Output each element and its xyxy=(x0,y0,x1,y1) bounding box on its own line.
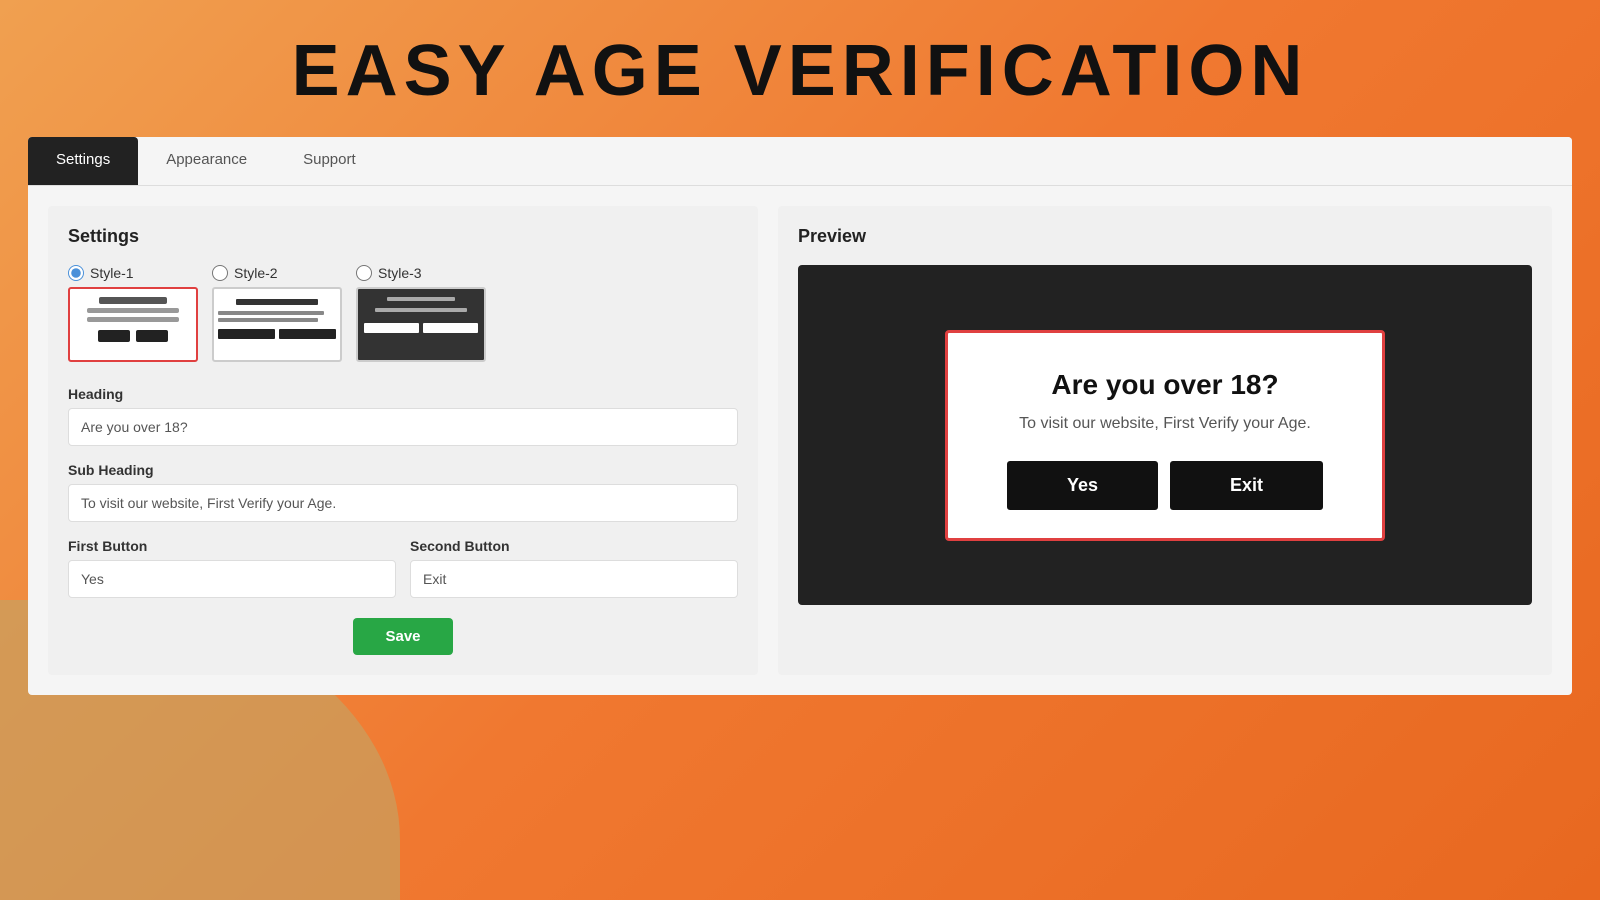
heading-input[interactable] xyxy=(68,408,738,446)
settings-panel-title: Settings xyxy=(68,226,738,247)
subheading-section: Sub Heading xyxy=(68,462,738,522)
first-button-input[interactable] xyxy=(68,560,396,598)
preview-modal-subheading: To visit our website, First Verify your … xyxy=(988,415,1342,433)
settings-panel: Settings Style-1 xyxy=(48,206,758,675)
style-option-2[interactable]: Style-2 xyxy=(212,265,342,362)
subheading-label: Sub Heading xyxy=(68,462,738,478)
tab-settings[interactable]: Settings xyxy=(28,137,138,185)
style-2-label: Style-2 xyxy=(234,265,278,281)
style-2-radio[interactable] xyxy=(212,265,228,281)
tab-appearance[interactable]: Appearance xyxy=(138,137,275,185)
preview-yes-button[interactable]: Yes xyxy=(1007,461,1158,510)
preview-modal: Are you over 18? To visit our website, F… xyxy=(945,330,1385,541)
save-button-wrap: Save xyxy=(68,618,738,655)
style-3-radio[interactable] xyxy=(356,265,372,281)
preview-exit-button[interactable]: Exit xyxy=(1170,461,1323,510)
style-3-thumbnail xyxy=(356,287,486,362)
heading-label: Heading xyxy=(68,386,738,402)
main-panel: Settings Appearance Support Settings Sty… xyxy=(28,137,1572,695)
style-1-label: Style-1 xyxy=(90,265,134,281)
tab-support[interactable]: Support xyxy=(275,137,384,185)
style-option-1[interactable]: Style-1 xyxy=(68,265,198,362)
tab-bar: Settings Appearance Support xyxy=(28,137,1572,186)
style-option-3[interactable]: Style-3 xyxy=(356,265,486,362)
heading-section: Heading xyxy=(68,386,738,446)
second-button-col: Second Button xyxy=(410,538,738,598)
page-title: EASY AGE VERIFICATION xyxy=(0,0,1600,137)
style-2-thumbnail xyxy=(212,287,342,362)
style-3-label: Style-3 xyxy=(378,265,422,281)
subheading-input[interactable] xyxy=(68,484,738,522)
first-button-label: First Button xyxy=(68,538,396,554)
save-button[interactable]: Save xyxy=(353,618,452,655)
style-selector: Style-1 xyxy=(68,265,738,362)
preview-container: Are you over 18? To visit our website, F… xyxy=(798,265,1532,605)
preview-panel: Preview Are you over 18? To visit our we… xyxy=(778,206,1552,675)
second-button-label: Second Button xyxy=(410,538,738,554)
style-1-thumbnail xyxy=(68,287,198,362)
second-button-input[interactable] xyxy=(410,560,738,598)
preview-modal-buttons: Yes Exit xyxy=(988,461,1342,510)
first-button-col: First Button xyxy=(68,538,396,598)
style-1-radio[interactable] xyxy=(68,265,84,281)
preview-modal-heading: Are you over 18? xyxy=(988,369,1342,401)
content-area: Settings Style-1 xyxy=(28,186,1572,695)
preview-title: Preview xyxy=(798,226,1532,247)
buttons-row: First Button Second Button xyxy=(68,538,738,598)
